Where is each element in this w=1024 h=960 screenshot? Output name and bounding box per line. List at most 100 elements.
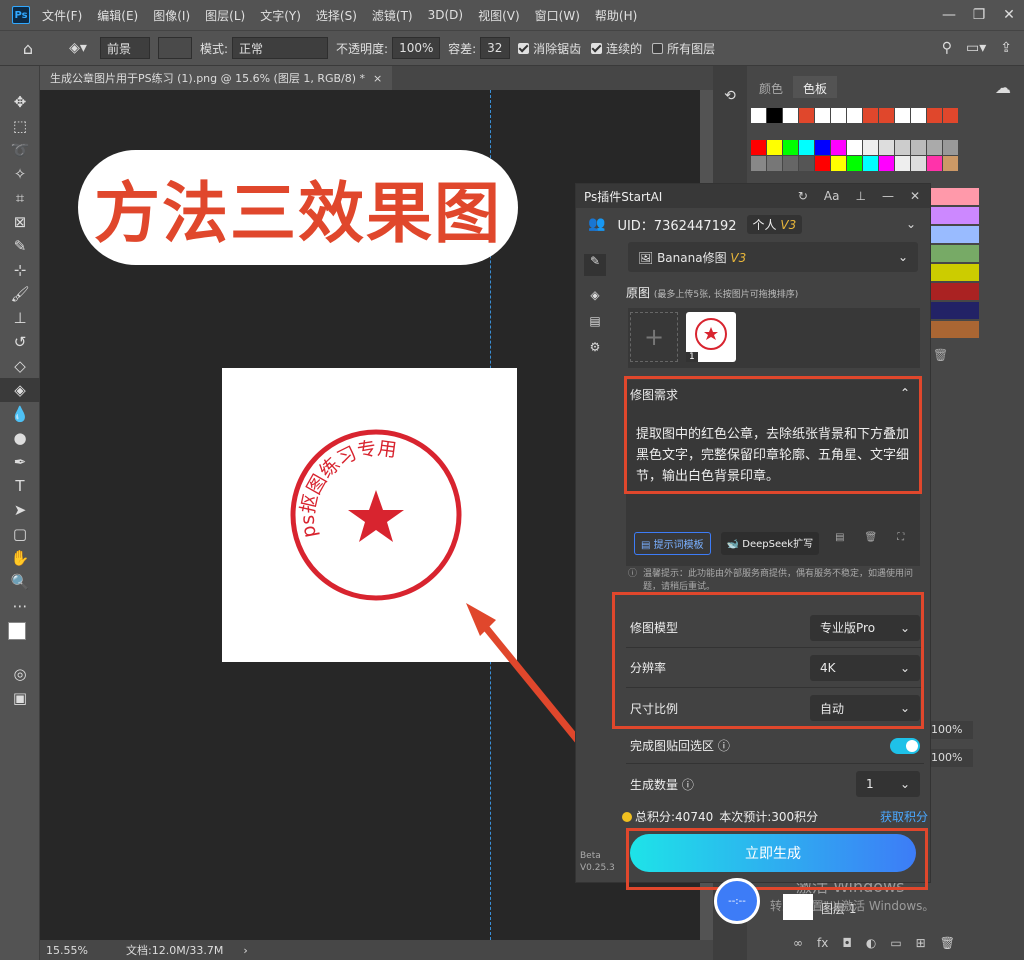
menu-type[interactable]: 文字(Y) [260,7,301,24]
swatch[interactable] [831,156,846,171]
swatch[interactable] [847,156,862,171]
pin-icon[interactable]: ⊥ [855,189,865,203]
swatch[interactable] [931,207,979,224]
menu-file[interactable]: 文件(F) [42,7,82,24]
magic-wand-tool-icon[interactable]: ✧ [0,162,40,186]
status-arrow-icon[interactable]: › [243,944,247,957]
more-tools-icon[interactable]: ⋯ [0,594,40,618]
paste-back-toggle[interactable] [890,737,920,754]
menu-view[interactable]: 视图(V) [478,7,520,24]
swatch[interactable] [751,156,766,171]
document-tab[interactable]: 生成公章图片用于PS练习 (1).png @ 15.6% (图层 1, RGB/… [40,66,393,90]
edit-icon[interactable]: ✎ [584,254,606,276]
history-brush-icon[interactable]: ↺ [0,330,40,354]
eraser-tool-icon[interactable]: ◇ [0,354,40,378]
creative-cloud-icon[interactable]: ☁ [983,78,1023,102]
swatch[interactable] [767,140,782,155]
menu-3d[interactable]: 3D(D) [428,8,463,22]
crop-tool-icon[interactable]: ⌗ [0,186,40,210]
mask-icon[interactable]: ◘ [842,936,852,950]
deepseek-button[interactable]: 🐋 DeepSeek扩写 [720,532,820,555]
zoom-level[interactable]: 15.55% [46,944,106,957]
swatch[interactable] [943,140,958,155]
type-tool-icon[interactable]: T [0,474,40,498]
clear-icon[interactable]: 🗑 [865,532,878,555]
menu-filter[interactable]: 滤镜(T) [372,7,413,24]
floating-assistant-icon[interactable]: --:-- [714,878,760,924]
adjustment-icon[interactable]: ◐ [866,936,876,950]
folder-icon[interactable]: ▭ [890,936,901,950]
layer-opacity[interactable]: 100% [929,721,973,739]
clipboard-icon[interactable]: ▤ [584,314,606,328]
color-swatches[interactable] [0,618,39,662]
swatch[interactable] [911,140,926,155]
frame-tool-icon[interactable]: ⊠ [0,210,40,234]
swatch[interactable] [767,108,782,123]
swatch[interactable] [931,264,979,281]
uploaded-thumbnail[interactable]: 1 [686,312,736,362]
swatch[interactable] [895,108,910,123]
swatch[interactable] [927,140,942,155]
swatch[interactable] [783,156,798,171]
tab-swatches[interactable]: 色板 [793,76,838,98]
home-icon[interactable]: ⌂ [0,39,56,58]
swatch[interactable] [799,156,814,171]
swatch[interactable] [895,156,910,171]
menu-window[interactable]: 窗口(W) [535,7,580,24]
blur-tool-icon[interactable]: 💧 [0,402,40,426]
swatch[interactable] [815,108,830,123]
swatch[interactable] [847,140,862,155]
swatch[interactable] [863,140,878,155]
mode-select[interactable]: 🖼 Banana修图 V3 ⌄ [628,242,918,272]
swatch[interactable] [751,108,766,123]
tolerance-input[interactable]: 32 [480,37,511,59]
shape-tool-icon[interactable]: ▢ [0,522,40,546]
antialias-checkbox[interactable] [518,42,530,54]
dodge-tool-icon[interactable]: ● [0,426,40,450]
swatch[interactable] [911,108,926,123]
swatch[interactable] [831,108,846,123]
swatch[interactable] [863,108,878,123]
swatch[interactable] [931,226,979,243]
screen-mode-icon[interactable]: ▣ [0,686,40,710]
swatch[interactable] [799,140,814,155]
delete-layer-icon[interactable]: 🗑 [940,936,955,950]
zoom-tool-icon[interactable]: 🔍 [0,570,40,594]
swatch[interactable] [767,156,782,171]
add-image-button[interactable]: + [630,312,678,362]
layer-fill[interactable]: 100% [929,749,973,767]
stamp-tool-icon[interactable]: ⊥ [0,306,40,330]
share-icon[interactable]: ⇪ [1000,40,1012,56]
swatch[interactable] [847,108,862,123]
fx-icon[interactable]: fx [817,936,828,950]
path-select-icon[interactable]: ➤ [0,498,40,522]
minimize-icon[interactable]: — [934,0,964,30]
quick-mask-icon[interactable]: ◎ [0,662,40,686]
settings-icon[interactable]: ⚙ [584,340,606,354]
swatch[interactable] [943,108,958,123]
swatch[interactable] [931,321,979,338]
swatch[interactable] [783,108,798,123]
swatch[interactable] [879,140,894,155]
swatch[interactable] [911,156,926,171]
swatch[interactable] [931,302,979,319]
workspace-icon[interactable]: ▭▾ [966,40,986,56]
trash-icon[interactable]: 🗑 [933,348,948,362]
mode-select[interactable]: 正常 [232,37,329,59]
swatch[interactable] [943,156,958,171]
menu-help[interactable]: 帮助(H) [595,7,637,24]
pen-tool-icon[interactable]: ✒ [0,450,40,474]
foreground-color[interactable] [8,622,26,640]
swatch[interactable] [799,108,814,123]
menu-select[interactable]: 选择(S) [316,7,357,24]
brush-tool-icon[interactable]: 🖌 [0,282,40,306]
swatch[interactable] [751,140,766,155]
search-icon[interactable]: ⚲ [942,40,952,56]
close-icon[interactable]: ✕ [994,0,1024,30]
paint-bucket-tool-icon[interactable]: ◈▾ [56,40,100,56]
menu-image[interactable]: 图像(I) [153,7,190,24]
marquee-tool-icon[interactable]: ⬚ [0,114,40,138]
link-icon[interactable]: ∞ [793,936,803,950]
swatch[interactable] [783,140,798,155]
tab-color[interactable]: 颜色 [749,76,793,98]
